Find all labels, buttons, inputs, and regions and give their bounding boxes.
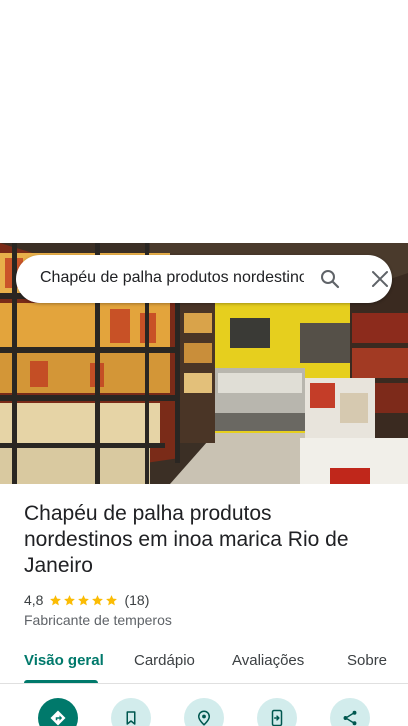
tab-menu[interactable]: Cardápio [134,652,195,669]
search-bar[interactable]: Chapéu de palha produtos nordestinos em … [16,255,392,303]
place-category[interactable]: Fabricante de temperos [24,612,172,628]
share-button[interactable] [330,698,370,726]
star-icon [78,594,90,605]
share-icon [343,710,357,726]
directions-button[interactable] [38,698,78,726]
tab-reviews[interactable]: Avaliações [232,652,304,669]
tab-bar: Visão geral Cardápio Avaliações Sobre [0,640,408,684]
star-icon [50,594,62,605]
active-tab-indicator [24,680,98,683]
star-icon [106,594,118,605]
star-rating [49,594,118,607]
star-icon [64,594,76,605]
map-area [0,0,408,243]
tab-about[interactable]: Sobre [347,652,387,669]
directions-icon [50,710,66,726]
tab-overview[interactable]: Visão geral [24,652,104,669]
bookmark-icon [126,711,136,725]
send-to-phone-icon [271,709,283,726]
nearby-button[interactable] [184,698,224,726]
search-icon[interactable] [318,267,342,291]
star-icon [92,594,104,605]
save-button[interactable] [111,698,151,726]
search-input[interactable]: Chapéu de palha produtos nordestinos em … [40,269,304,287]
nearby-icon [197,710,211,726]
place-title: Chapéu de palha produtos nordestinos em … [24,502,349,577]
close-icon[interactable] [368,267,392,291]
review-count: (18) [124,592,150,608]
rating-value: 4,8 [24,592,44,608]
send-to-phone-button[interactable] [257,698,297,726]
action-buttons [0,696,408,726]
rating-row[interactable]: 4,8 (18) [24,591,149,609]
